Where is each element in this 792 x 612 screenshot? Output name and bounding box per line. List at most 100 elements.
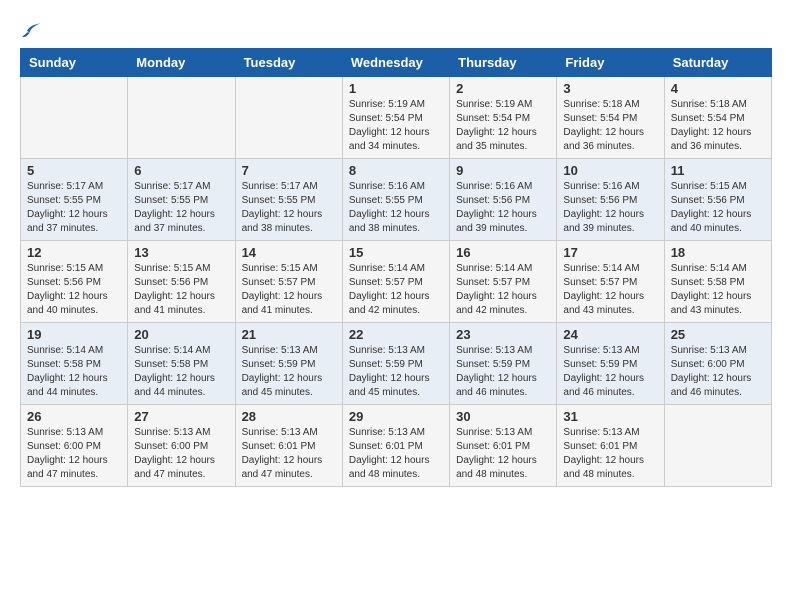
day-info: Sunrise: 5:13 AM Sunset: 6:01 PM Dayligh… [456,426,550,482]
day-number: 11 [671,163,765,178]
calendar-cell: 28 Sunrise: 5:13 AM Sunset: 6:01 PM Dayli… [235,405,342,487]
calendar-body: 1 Sunrise: 5:19 AM Sunset: 5:54 PM Daylig… [21,77,772,487]
day-info: Sunrise: 5:14 AM Sunset: 5:58 PM Dayligh… [134,344,228,400]
day-info: Sunrise: 5:15 AM Sunset: 5:56 PM Dayligh… [671,180,765,236]
day-info: Sunrise: 5:16 AM Sunset: 5:56 PM Dayligh… [563,180,657,236]
day-info: Sunrise: 5:13 AM Sunset: 5:59 PM Dayligh… [349,344,443,400]
week-row-3: 12 Sunrise: 5:15 AM Sunset: 5:56 PM Dayli… [21,241,772,323]
day-info: Sunrise: 5:13 AM Sunset: 6:01 PM Dayligh… [242,426,336,482]
header-wednesday: Wednesday [342,49,449,77]
calendar-cell: 1 Sunrise: 5:19 AM Sunset: 5:54 PM Daylig… [342,77,449,159]
day-info: Sunrise: 5:17 AM Sunset: 5:55 PM Dayligh… [27,180,121,236]
day-info: Sunrise: 5:19 AM Sunset: 5:54 PM Dayligh… [456,98,550,154]
day-info: Sunrise: 5:14 AM Sunset: 5:57 PM Dayligh… [563,262,657,318]
page-header [20,20,772,40]
day-number: 14 [242,245,336,260]
day-number: 30 [456,409,550,424]
day-info: Sunrise: 5:14 AM Sunset: 5:57 PM Dayligh… [456,262,550,318]
day-info: Sunrise: 5:18 AM Sunset: 5:54 PM Dayligh… [563,98,657,154]
logo [20,20,42,40]
day-info: Sunrise: 5:15 AM Sunset: 5:57 PM Dayligh… [242,262,336,318]
calendar-cell [235,77,342,159]
calendar-cell: 6 Sunrise: 5:17 AM Sunset: 5:55 PM Daylig… [128,159,235,241]
header-thursday: Thursday [450,49,557,77]
day-info: Sunrise: 5:13 AM Sunset: 6:01 PM Dayligh… [349,426,443,482]
calendar-cell: 8Sunrise: 5:16 AM Sunset: 5:55 PM Daylig… [342,159,449,241]
day-info: Sunrise: 5:13 AM Sunset: 5:59 PM Dayligh… [456,344,550,400]
day-info: Sunrise: 5:17 AM Sunset: 5:55 PM Dayligh… [242,180,336,236]
calendar-cell: 10 Sunrise: 5:16 AM Sunset: 5:56 PM Dayli… [557,159,664,241]
calendar-cell: 20 Sunrise: 5:14 AM Sunset: 5:58 PM Dayli… [128,323,235,405]
day-number: 17 [563,245,657,260]
calendar-cell: 24 Sunrise: 5:13 AM Sunset: 5:59 PM Dayli… [557,323,664,405]
day-info: Sunrise: 5:14 AM Sunset: 5:58 PM Dayligh… [27,344,121,400]
calendar-cell: 17 Sunrise: 5:14 AM Sunset: 5:57 PM Dayli… [557,241,664,323]
day-number: 16 [456,245,550,260]
calendar-cell: 2 Sunrise: 5:19 AM Sunset: 5:54 PM Daylig… [450,77,557,159]
day-number: 2 [456,81,550,96]
header-monday: Monday [128,49,235,77]
day-info: Sunrise: 5:13 AM Sunset: 6:00 PM Dayligh… [27,426,121,482]
day-info: Sunrise: 5:13 AM Sunset: 5:59 PM Dayligh… [563,344,657,400]
day-info: Sunrise: 5:16 AM Sunset: 5:56 PM Dayligh… [456,180,550,236]
day-number: 22 [349,327,443,342]
day-number: 12 [27,245,121,260]
day-info: Sunrise: 5:18 AM Sunset: 5:54 PM Dayligh… [671,98,765,154]
calendar-cell: 25Sunrise: 5:13 AM Sunset: 6:00 PM Dayli… [664,323,771,405]
calendar-cell: 5 Sunrise: 5:17 AM Sunset: 5:55 PM Daylig… [21,159,128,241]
day-info: Sunrise: 5:17 AM Sunset: 5:55 PM Dayligh… [134,180,228,236]
calendar-cell: 16 Sunrise: 5:14 AM Sunset: 5:57 PM Dayli… [450,241,557,323]
calendar-cell: 11 Sunrise: 5:15 AM Sunset: 5:56 PM Dayli… [664,159,771,241]
header-tuesday: Tuesday [235,49,342,77]
header-sunday: Sunday [21,49,128,77]
calendar-cell: 31Sunrise: 5:13 AM Sunset: 6:01 PM Dayli… [557,405,664,487]
day-info: Sunrise: 5:15 AM Sunset: 5:56 PM Dayligh… [134,262,228,318]
calendar-cell [21,77,128,159]
day-number: 3 [563,81,657,96]
calendar-cell: 30 Sunrise: 5:13 AM Sunset: 6:01 PM Dayli… [450,405,557,487]
day-number: 10 [563,163,657,178]
calendar-header: SundayMondayTuesdayWednesdayThursdayFrid… [21,49,772,77]
day-info: Sunrise: 5:14 AM Sunset: 5:58 PM Dayligh… [671,262,765,318]
day-number: 19 [27,327,121,342]
day-number: 25 [671,327,765,342]
day-info: Sunrise: 5:19 AM Sunset: 5:54 PM Dayligh… [349,98,443,154]
day-number: 23 [456,327,550,342]
day-number: 6 [134,163,228,178]
day-number: 4 [671,81,765,96]
calendar-cell: 29Sunrise: 5:13 AM Sunset: 6:01 PM Dayli… [342,405,449,487]
calendar-cell: 14 Sunrise: 5:15 AM Sunset: 5:57 PM Dayli… [235,241,342,323]
day-number: 9 [456,163,550,178]
day-number: 5 [27,163,121,178]
day-number: 24 [563,327,657,342]
calendar-cell: 4 Sunrise: 5:18 AM Sunset: 5:54 PM Daylig… [664,77,771,159]
calendar-cell: 3 Sunrise: 5:18 AM Sunset: 5:54 PM Daylig… [557,77,664,159]
day-info: Sunrise: 5:14 AM Sunset: 5:57 PM Dayligh… [349,262,443,318]
day-number: 8 [349,163,443,178]
day-number: 31 [563,409,657,424]
day-number: 15 [349,245,443,260]
day-number: 20 [134,327,228,342]
calendar-cell: 18 Sunrise: 5:14 AM Sunset: 5:58 PM Dayli… [664,241,771,323]
header-saturday: Saturday [664,49,771,77]
calendar-cell: 13 Sunrise: 5:15 AM Sunset: 5:56 PM Dayli… [128,241,235,323]
calendar-cell [664,405,771,487]
calendar-cell: 7 Sunrise: 5:17 AM Sunset: 5:55 PM Daylig… [235,159,342,241]
calendar-cell: 23 Sunrise: 5:13 AM Sunset: 5:59 PM Dayli… [450,323,557,405]
day-info: Sunrise: 5:15 AM Sunset: 5:56 PM Dayligh… [27,262,121,318]
day-info: Sunrise: 5:13 AM Sunset: 5:59 PM Dayligh… [242,344,336,400]
calendar-cell [128,77,235,159]
day-number: 1 [349,81,443,96]
day-number: 13 [134,245,228,260]
header-row: SundayMondayTuesdayWednesdayThursdayFrid… [21,49,772,77]
calendar-cell: 26Sunrise: 5:13 AM Sunset: 6:00 PM Dayli… [21,405,128,487]
day-number: 7 [242,163,336,178]
calendar-cell: 12 Sunrise: 5:15 AM Sunset: 5:56 PM Dayli… [21,241,128,323]
calendar-cell: 15 Sunrise: 5:14 AM Sunset: 5:57 PM Dayli… [342,241,449,323]
calendar-table: SundayMondayTuesdayWednesdayThursdayFrid… [20,48,772,487]
day-number: 18 [671,245,765,260]
calendar-cell: 19 Sunrise: 5:14 AM Sunset: 5:58 PM Dayli… [21,323,128,405]
day-number: 28 [242,409,336,424]
logo-bird-icon [22,20,42,40]
calendar-cell: 21Sunrise: 5:13 AM Sunset: 5:59 PM Dayli… [235,323,342,405]
